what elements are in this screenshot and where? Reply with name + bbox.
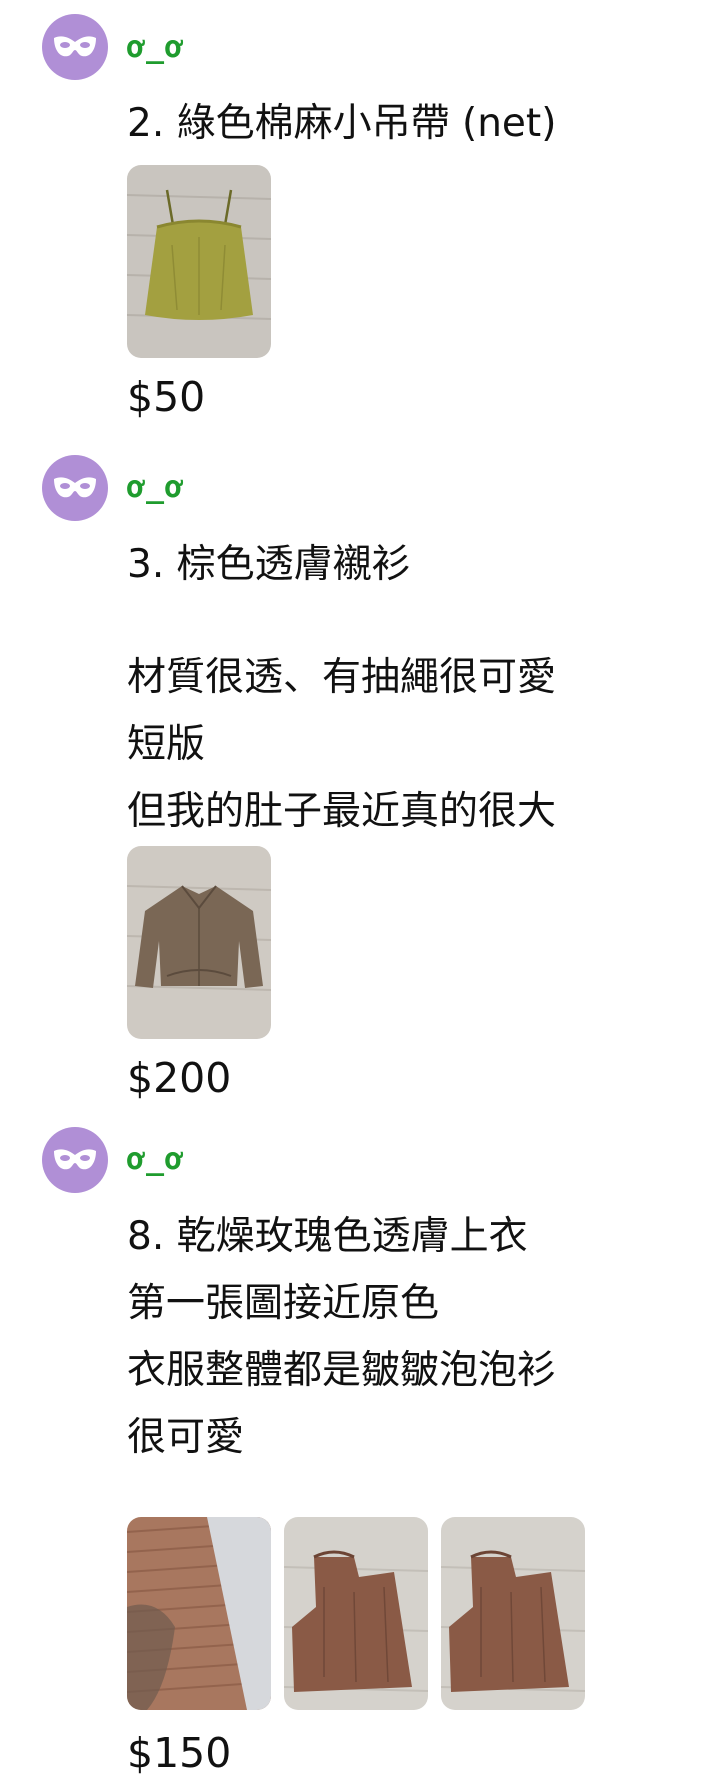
price-label: $150 bbox=[127, 1729, 232, 1777]
price-label: $200 bbox=[127, 1054, 232, 1102]
rose-top-folded-photo[interactable] bbox=[284, 1517, 428, 1710]
mask-icon bbox=[54, 477, 96, 498]
post-text-line: 材質很透、有抽繩很可愛 bbox=[127, 655, 557, 700]
post-text-line: 但我的肚子最近真的很大 bbox=[127, 789, 557, 834]
post-text-line: 短版 bbox=[127, 722, 206, 767]
post-text-line: 8. 乾燥玫瑰色透膚上衣 bbox=[127, 1214, 528, 1259]
post-text-line: 很可愛 bbox=[127, 1415, 245, 1460]
user-avatar[interactable] bbox=[42, 455, 108, 521]
rose-top-folded-photo-2[interactable] bbox=[441, 1517, 585, 1710]
green-camisole-photo[interactable] bbox=[127, 165, 271, 358]
post-text-line: 3. 棕色透膚襯衫 bbox=[127, 542, 411, 587]
username[interactable]: ơ_ơ bbox=[127, 1142, 184, 1177]
user-avatar[interactable] bbox=[42, 14, 108, 80]
brown-sheer-shirt-photo[interactable] bbox=[127, 846, 271, 1039]
username[interactable]: ơ_ơ bbox=[127, 30, 184, 65]
username[interactable]: ơ_ơ bbox=[127, 470, 184, 505]
price-label: $50 bbox=[127, 373, 206, 421]
post-text-line: 第一張圖接近原色 bbox=[127, 1281, 440, 1326]
mask-icon bbox=[54, 36, 96, 57]
post-text-line: 衣服整體都是皺皺泡泡衫 bbox=[127, 1348, 557, 1393]
post-text-line: 2. 綠色棉麻小吊帶 (net) bbox=[127, 101, 557, 146]
rose-fabric-closeup-photo[interactable] bbox=[127, 1517, 271, 1710]
user-avatar[interactable] bbox=[42, 1127, 108, 1193]
mask-icon bbox=[54, 1149, 96, 1170]
